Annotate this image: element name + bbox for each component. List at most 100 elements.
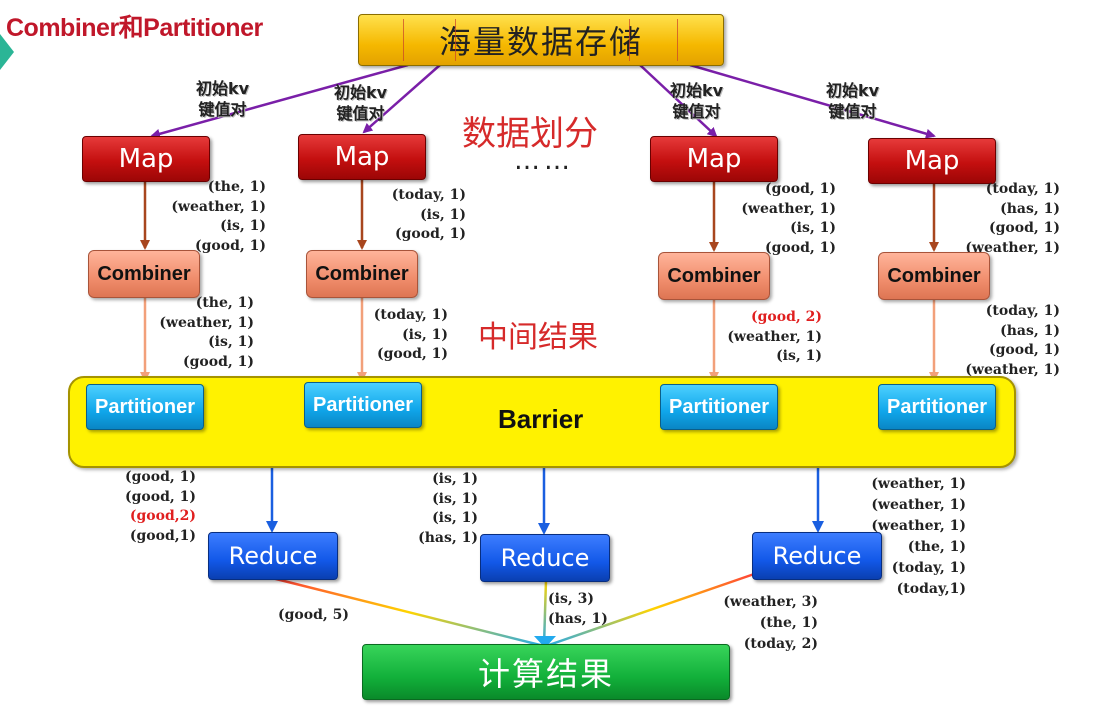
kv-label-line: 初始kv [826, 81, 880, 100]
kv-pair: (is, 1) [220, 218, 266, 234]
combiner-box-1: Combiner [88, 250, 200, 298]
to-reduce-arrows [266, 467, 824, 535]
kv-pair: (is, 3) [548, 591, 594, 607]
combiner-box-2: Combiner [306, 250, 418, 298]
map-output-4: (today, 1) (has, 1) (good, 1) (weather, 1) [965, 180, 1060, 258]
kv-pair: (weather, 1) [871, 518, 966, 534]
storage-divider [677, 19, 678, 61]
reduce-box-3: Reduce [752, 532, 882, 580]
storage-divider [455, 19, 456, 61]
map-output-1: (the, 1) (weather, 1) (is, 1) (good, 1) [171, 178, 266, 256]
kv-pair: (good, 2) [751, 309, 822, 325]
kv-pair: (good, 1) [377, 346, 448, 362]
combiner-box-4: Combiner [878, 252, 990, 300]
map-box-3: Map [650, 136, 778, 182]
combiner-label: Combiner [887, 264, 981, 287]
reduce-box-2: Reduce [480, 534, 610, 582]
reduce-label: Reduce [500, 544, 590, 572]
kv-pair: (is, 1) [402, 326, 448, 343]
result-label: 计算结果 [477, 655, 614, 693]
kv-pair: (is, 1) [420, 206, 466, 223]
kv-label-line: 键值对 [672, 102, 721, 121]
kv-pair: (is, 1) [776, 348, 822, 364]
kv-pair: (is, 1) [432, 490, 478, 507]
kv-pair: (today, 1) [985, 303, 1060, 319]
kv-label-4: 初始kv 键值对 [826, 80, 879, 122]
kv-label-line: 初始kv [670, 81, 724, 100]
kv-pair: (good, 1) [125, 488, 196, 505]
reduce-box-1: Reduce [208, 532, 338, 580]
combiner-output-3: (good, 2) (weather, 1) (is, 1) [727, 308, 822, 367]
map-box-4: Map [868, 138, 996, 184]
storage-label: 海量数据存储 [438, 23, 643, 61]
reduce-output-2: (is, 3) (has, 1) [548, 590, 608, 629]
kv-label-1: 初始kv 键值对 [196, 78, 249, 120]
kv-label-2: 初始kv 键值对 [334, 82, 387, 124]
kv-pair: (good, 1) [395, 226, 466, 242]
page-title: Combiner和Partitioner [6, 14, 263, 42]
kv-pair: (good, 1) [183, 353, 254, 370]
map-output-3: (good, 1) (weather, 1) (is, 1) (good, 1) [741, 180, 836, 258]
intermediate-label: 中间结果 [478, 320, 598, 355]
barrier-label: Barrier [498, 404, 584, 434]
partitioner-box-1: Partitioner [86, 384, 204, 430]
ellipsis: …… [514, 146, 574, 176]
map-label: Map [334, 142, 390, 172]
combiner-output-1: (the, 1) (weather, 1) (is, 1) (good, 1) [159, 294, 254, 372]
kv-pair: (the, 1) [195, 295, 254, 311]
partitioner-label: Partitioner [668, 395, 770, 418]
kv-pair: (good, 1) [125, 469, 196, 485]
kv-label-line: 键值对 [828, 102, 877, 121]
kv-pair: (today, 2) [743, 636, 818, 652]
kv-label-line: 初始kv [196, 79, 250, 98]
map-label: Map [686, 144, 742, 174]
kv-label-3: 初始kv 键值对 [670, 80, 723, 122]
map-label: Map [904, 146, 960, 176]
kv-pair: (is, 1) [432, 510, 478, 526]
map-box-2: Map [298, 134, 426, 180]
reduce-output-3: (weather, 3) (the, 1) (today, 2) [723, 592, 818, 655]
kv-pair: (weather, 1) [171, 198, 266, 215]
kv-pair: (today, 1) [891, 560, 966, 576]
kv-pair: (has, 1) [418, 529, 478, 546]
combiner-output-2: (today, 1) (is, 1) (good, 1) [374, 306, 448, 365]
partitioner-label: Partitioner [312, 393, 414, 416]
partitioner-label: Partitioner [886, 395, 988, 418]
map-label: Map [118, 144, 174, 174]
combiner-output-4: (today, 1) (has, 1) (good, 1) (weather, 1) [965, 302, 1060, 380]
kv-pair: (has, 1) [1000, 200, 1060, 217]
kv-pair: (the, 1) [207, 179, 266, 195]
storage-box: 海量数据存储 [358, 14, 724, 66]
kv-pair: (is, 1) [432, 471, 478, 487]
kv-label-line: 键值对 [198, 100, 247, 119]
kv-pair: (good,2) [129, 508, 196, 524]
split-arrow-4 [689, 63, 936, 139]
diagram-canvas: Combiner和Partitioner 海量数据存储 初始kv 键值对 初始k… [0, 0, 1102, 712]
result-box: 计算结果 [362, 644, 730, 700]
reduce-input-1: (good, 1) (good, 1) (good,2) (good,1) [125, 468, 196, 546]
kv-pair: (is, 1) [208, 334, 254, 350]
kv-pair: (today, 1) [985, 181, 1060, 197]
kv-pair: (good,1) [129, 527, 196, 544]
kv-pair: (today, 1) [391, 187, 466, 203]
kv-label-line: 键值对 [336, 104, 385, 123]
partitioner-box-3: Partitioner [660, 384, 778, 430]
kv-pair: (good, 1) [765, 181, 836, 197]
partitioner-label: Partitioner [94, 395, 196, 418]
reduce-label: Reduce [772, 542, 862, 570]
combiner-label: Combiner [97, 262, 191, 285]
reduce-input-2: (is, 1) (is, 1) (is, 1) (has, 1) [418, 470, 478, 548]
kv-pair: (good, 5) [278, 607, 349, 623]
kv-label-line: 初始kv [334, 83, 388, 102]
partitioner-box-2: Partitioner [304, 382, 422, 428]
map-box-1: Map [82, 136, 210, 182]
map-output-2: (today, 1) (is, 1) (good, 1) [392, 186, 466, 245]
kv-pair: (weather, 1) [159, 314, 254, 331]
kv-pair: (is, 1) [790, 220, 836, 236]
storage-divider [403, 19, 404, 61]
kv-pair: (has, 1) [1000, 322, 1060, 339]
kv-pair: (good, 1) [989, 220, 1060, 236]
kv-pair: (the, 1) [759, 615, 818, 631]
reduce-label: Reduce [228, 542, 318, 570]
combiner-label: Combiner [667, 264, 761, 287]
